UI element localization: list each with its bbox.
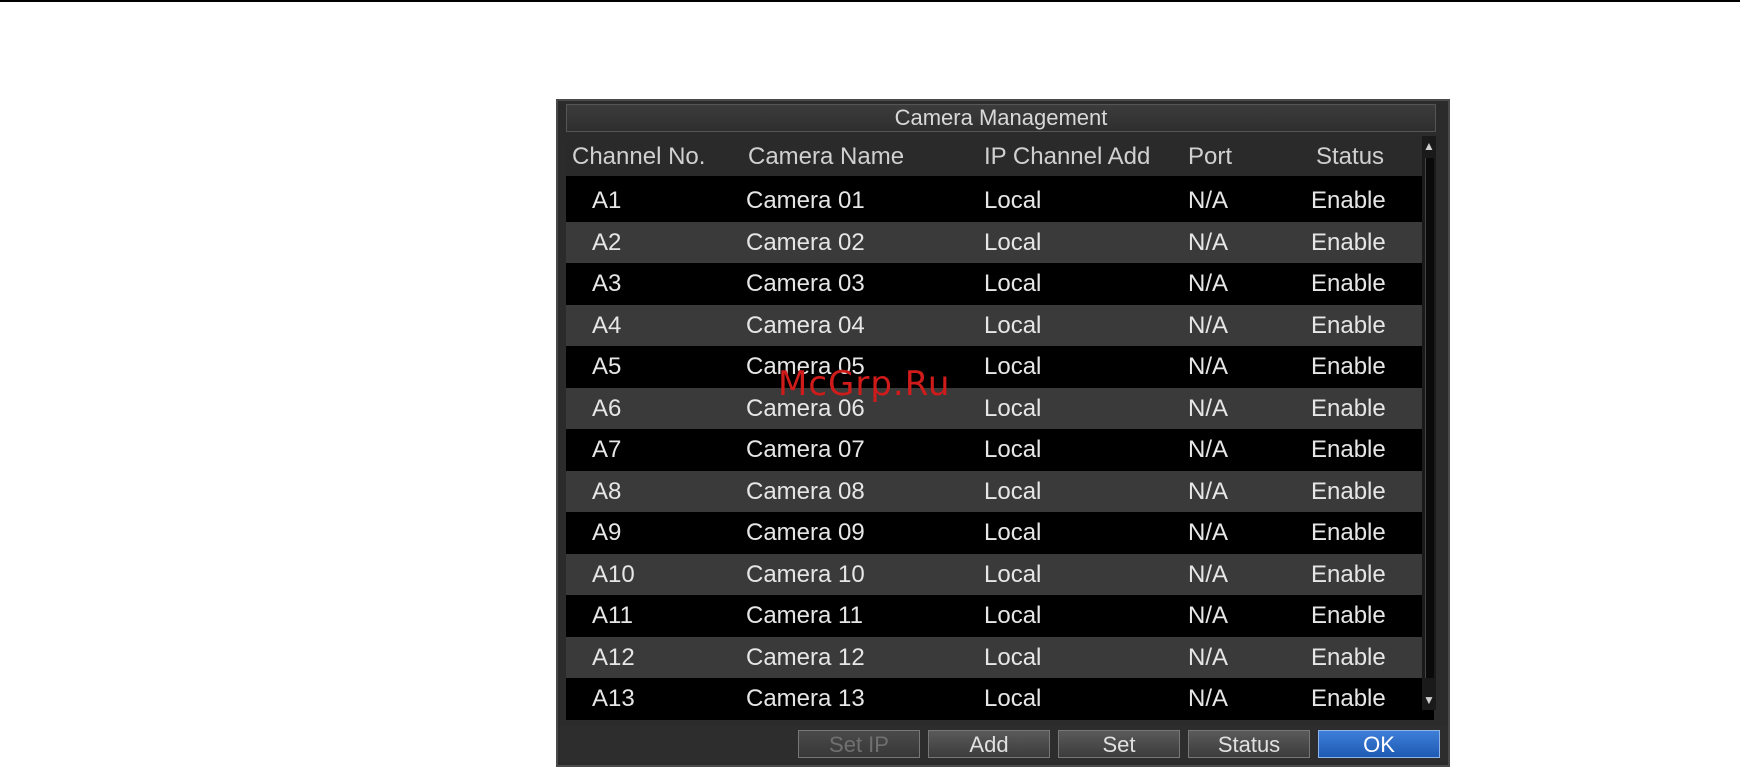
ip-channel-cell: Local — [984, 270, 1042, 297]
channel-cell: A2 — [592, 228, 622, 256]
table-row[interactable]: A6 Camera 06 Local N/A Enable — [566, 387, 1434, 429]
table-row[interactable]: A5 Camera 05 Local N/A Enable — [566, 346, 1434, 387]
status-cell: Enable — [1311, 270, 1386, 297]
camera-name-cell: Camera 01 — [746, 187, 865, 214]
channel-cell: A6 — [592, 394, 622, 422]
table-row[interactable]: A9 Camera 09 Local N/A Enable — [566, 512, 1434, 553]
camera-name-cell: Camera 09 — [746, 519, 865, 546]
status-cell: Enable — [1311, 643, 1386, 671]
camera-name-cell: Camera 12 — [746, 643, 865, 671]
ip-channel-cell: Local — [984, 519, 1042, 546]
channel-cell: A12 — [592, 643, 635, 671]
status-cell: Enable — [1311, 394, 1386, 422]
table-row[interactable]: A8 Camera 08 Local N/A Enable — [566, 470, 1434, 512]
camera-name-cell: Camera 03 — [746, 270, 865, 297]
ip-channel-cell: Local — [984, 436, 1042, 463]
table-row[interactable]: A12 Camera 12 Local N/A Enable — [566, 636, 1434, 678]
channel-cell: A10 — [592, 560, 635, 588]
channel-cell: A1 — [592, 187, 622, 214]
ip-channel-cell: Local — [984, 477, 1042, 505]
camera-name-cell: Camera 04 — [746, 311, 865, 339]
set-button[interactable]: Set — [1058, 730, 1180, 758]
status-button[interactable]: Status — [1188, 730, 1310, 758]
ip-channel-cell: Local — [984, 187, 1042, 214]
status-cell: Enable — [1311, 560, 1386, 588]
table-row[interactable]: A13 Camera 13 Local N/A Enable — [566, 678, 1434, 719]
column-header-ip-channel-add[interactable]: IP Channel Add — [984, 138, 1150, 176]
ip-channel-cell: Local — [984, 602, 1042, 629]
ip-channel-cell: Local — [984, 560, 1042, 588]
table-row[interactable]: A11 Camera 11 Local N/A Enable — [566, 595, 1434, 636]
channel-cell: A4 — [592, 311, 622, 339]
channel-cell: A7 — [592, 436, 622, 463]
port-cell: N/A — [1188, 436, 1229, 463]
ip-channel-cell: Local — [984, 228, 1042, 256]
status-cell: Enable — [1311, 519, 1386, 546]
button-bar: Set IP Add Set Status OK — [558, 726, 1448, 762]
table-row[interactable]: A3 Camera 03 Local N/A Enable — [566, 263, 1434, 304]
port-cell: N/A — [1188, 394, 1229, 422]
column-header-status[interactable]: Status — [1316, 138, 1384, 176]
port-cell: N/A — [1188, 311, 1229, 339]
page-top-rule — [0, 0, 1740, 2]
set-ip-button[interactable]: Set IP — [798, 730, 920, 758]
ok-button[interactable]: OK — [1318, 730, 1440, 758]
camera-name-cell: Camera 10 — [746, 560, 865, 588]
table-header-row: Channel No. Camera Name IP Channel Add P… — [566, 138, 1434, 176]
ip-channel-cell: Local — [984, 311, 1042, 339]
channel-cell: A5 — [592, 353, 622, 380]
status-cell: Enable — [1311, 353, 1386, 380]
channel-cell: A8 — [592, 477, 622, 505]
port-cell: N/A — [1188, 270, 1229, 297]
status-cell: Enable — [1311, 311, 1386, 339]
port-cell: N/A — [1188, 643, 1229, 671]
port-cell: N/A — [1188, 477, 1229, 505]
camera-name-cell: Camera 13 — [746, 685, 865, 712]
status-cell: Enable — [1311, 685, 1386, 712]
dialog-title: Camera Management — [566, 104, 1436, 132]
port-cell: N/A — [1188, 602, 1229, 629]
channel-cell: A3 — [592, 270, 622, 297]
status-cell: Enable — [1311, 228, 1386, 256]
status-cell: Enable — [1311, 436, 1386, 463]
channel-cell: A13 — [592, 685, 635, 712]
ip-channel-cell: Local — [984, 353, 1042, 380]
channel-cell: A11 — [592, 602, 633, 629]
camera-name-cell: Camera 08 — [746, 477, 865, 505]
arrow-down-icon[interactable]: ▼ — [1422, 692, 1436, 708]
column-header-camera-name[interactable]: Camera Name — [748, 138, 904, 176]
table-scrollbar[interactable]: ▲ ▼ — [1422, 136, 1436, 710]
port-cell: N/A — [1188, 187, 1229, 214]
status-cell: Enable — [1311, 187, 1386, 214]
status-cell: Enable — [1311, 602, 1386, 629]
add-button[interactable]: Add — [928, 730, 1050, 758]
table-row[interactable]: A7 Camera 07 Local N/A Enable — [566, 429, 1434, 470]
status-cell: Enable — [1311, 477, 1386, 505]
arrow-up-icon[interactable]: ▲ — [1422, 138, 1436, 154]
channel-cell: A9 — [592, 519, 622, 546]
port-cell: N/A — [1188, 685, 1229, 712]
table-row[interactable]: A2 Camera 02 Local N/A Enable — [566, 221, 1434, 263]
port-cell: N/A — [1188, 228, 1229, 256]
column-header-channel[interactable]: Channel No. — [572, 138, 705, 176]
table-row[interactable]: A1 Camera 01 Local N/A Enable — [566, 180, 1434, 221]
camera-name-cell: Camera 02 — [746, 228, 865, 256]
watermark-text: McGrp.Ru — [778, 364, 951, 404]
ip-channel-cell: Local — [984, 643, 1042, 671]
camera-table: Channel No. Camera Name IP Channel Add P… — [566, 138, 1434, 720]
column-header-port[interactable]: Port — [1188, 138, 1232, 176]
table-row[interactable]: A4 Camera 04 Local N/A Enable — [566, 304, 1434, 346]
ip-channel-cell: Local — [984, 685, 1042, 712]
ip-channel-cell: Local — [984, 394, 1042, 422]
camera-name-cell: Camera 07 — [746, 436, 865, 463]
scroll-thumb[interactable] — [1425, 158, 1434, 678]
port-cell: N/A — [1188, 560, 1229, 588]
port-cell: N/A — [1188, 353, 1229, 380]
camera-name-cell: Camera 11 — [746, 602, 863, 629]
port-cell: N/A — [1188, 519, 1229, 546]
table-row[interactable]: A10 Camera 10 Local N/A Enable — [566, 553, 1434, 595]
camera-management-dialog: Camera Management Channel No. Camera Nam… — [556, 99, 1450, 767]
